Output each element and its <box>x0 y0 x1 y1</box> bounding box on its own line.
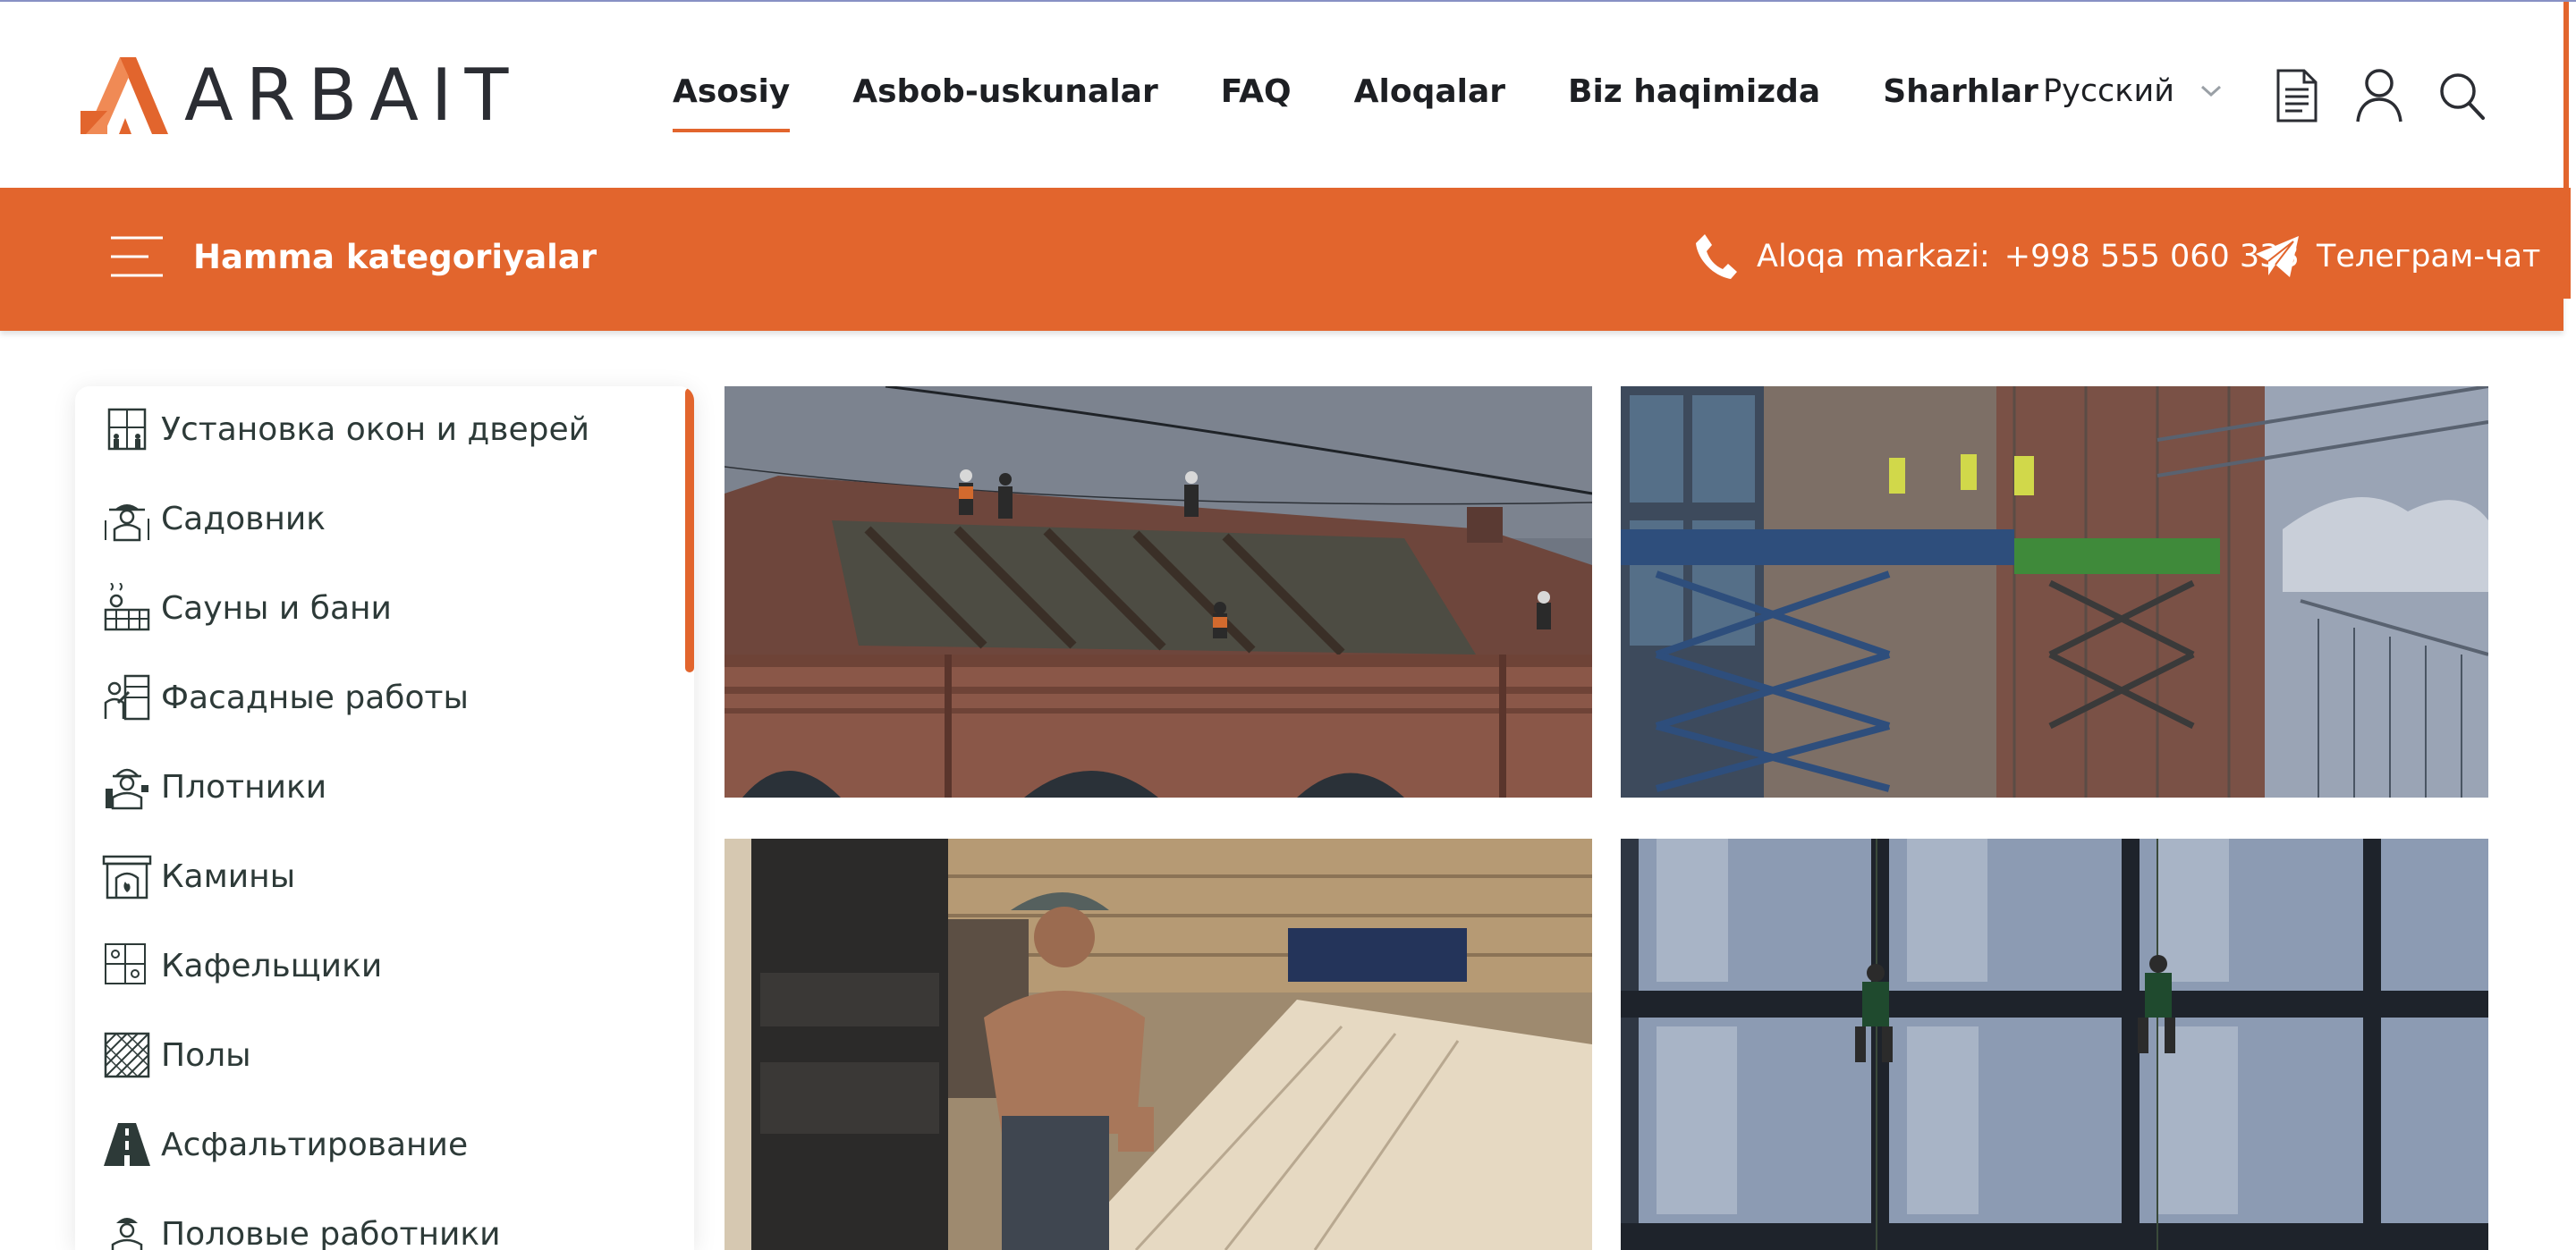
sidebar-item-carpenters[interactable]: Плотники <box>102 760 326 814</box>
telegram-chat-label: Телеграм-чат <box>2317 239 2541 274</box>
language-label: Русский <box>2043 73 2174 109</box>
tiles-icon <box>105 943 146 984</box>
road-icon <box>104 1123 150 1166</box>
category-tile-carpenter[interactable] <box>724 839 1592 1250</box>
sidebar-item-label: Полы <box>161 1036 251 1074</box>
sidebar-item-asphalt[interactable]: Асфальтирование <box>102 1118 468 1171</box>
language-select[interactable]: Русский <box>2043 73 2223 109</box>
sidebar-item-floor-workers[interactable]: Половые работники <box>102 1207 501 1250</box>
sidebar-item-label: Кафельщики <box>161 947 383 984</box>
window-door-icon <box>107 408 147 451</box>
sidebar-scrollbar[interactable] <box>685 388 694 672</box>
sidebar-item-label: Сауны и бани <box>161 589 392 627</box>
nav-item-asbob-uskunalar[interactable]: Asbob-uskunalar <box>852 70 1157 114</box>
bar-edge <box>2563 188 2571 299</box>
all-categories-button[interactable]: Hamma kategoriyalar <box>109 234 597 279</box>
sidebar-item-label: Камины <box>161 857 296 895</box>
sidebar-item-label: Фасадные работы <box>161 679 469 716</box>
scissor-lift-facade-photo <box>1621 386 2488 798</box>
floor-icon <box>104 1032 150 1078</box>
sidebar-item-label: Асфальтирование <box>161 1126 469 1163</box>
nav-item-sharhlar[interactable]: Sharhlar <box>1883 70 2038 114</box>
sidebar-item-tilers[interactable]: Кафельщики <box>102 939 382 992</box>
window-climbers-photo <box>1621 839 2488 1250</box>
sauna-icon <box>104 583 150 631</box>
header-edge <box>2563 2 2569 188</box>
contact-center: Aloqa markazi: +998 555 060 333 <box>1694 232 2300 281</box>
log-cabin-carpenter-photo <box>724 839 1592 1250</box>
site-header: ARBAIT Asosiy Asbob-uskunalar FAQ Aloqal… <box>0 2 2563 188</box>
telegram-chat-link[interactable]: Телеграм-чат <box>2254 234 2540 279</box>
sidebar-item-windows-doors[interactable]: Установка окон и дверей <box>102 402 589 456</box>
sidebar-item-fireplaces[interactable]: Камины <box>102 849 295 903</box>
document-icon[interactable] <box>2275 68 2318 123</box>
search-icon[interactable] <box>2438 72 2487 122</box>
roof-workers-photo <box>724 386 1592 798</box>
sidebar-item-sauna[interactable]: Сауны и бани <box>102 581 392 635</box>
category-tile-facade[interactable] <box>1621 386 2488 798</box>
user-icon[interactable] <box>2354 68 2404 123</box>
main-nav: Asosiy Asbob-uskunalar FAQ Aloqalar Biz … <box>673 70 2101 132</box>
category-tile-roof[interactable] <box>724 386 1592 798</box>
worker-icon <box>111 1218 143 1250</box>
sidebar-item-label: Плотники <box>161 768 327 806</box>
sidebar-item-label: Садовник <box>161 500 326 537</box>
all-categories-label: Hamma kategoriyalar <box>193 237 597 276</box>
sidebar-item-facade[interactable]: Фасадные работы <box>102 671 469 724</box>
facade-icon <box>104 674 150 721</box>
sidebar-item-label: Установка окон и дверей <box>161 410 590 448</box>
logo-mark-icon <box>80 57 168 134</box>
phone-icon <box>1696 234 1737 279</box>
sidebar-item-floors[interactable]: Полы <box>102 1028 251 1082</box>
category-sidebar[interactable]: Установка окон и дверей Садовник Сауны и… <box>75 386 694 1250</box>
sidebar-item-label: Половые работники <box>161 1215 501 1250</box>
carpenter-icon <box>106 768 148 810</box>
nav-item-faq[interactable]: FAQ <box>1221 70 1292 114</box>
sidebar-item-gardener[interactable]: Садовник <box>102 492 326 545</box>
contact-label: Aloqa markazi: <box>1757 239 1990 274</box>
logo-text: ARBAIT <box>184 54 521 137</box>
nav-item-asosiy[interactable]: Asosiy <box>673 70 791 132</box>
telegram-icon <box>2256 236 2299 277</box>
nav-item-aloqalar[interactable]: Aloqalar <box>1354 70 1505 114</box>
menu-icon <box>111 236 163 277</box>
gardener-icon <box>105 504 149 542</box>
chevron-down-icon <box>2200 85 2221 97</box>
fireplace-icon <box>102 855 152 899</box>
logo[interactable]: ARBAIT <box>80 57 521 134</box>
category-tile-climbers[interactable] <box>1621 839 2488 1250</box>
category-bar: Hamma kategoriyalar Aloqa markazi: +998 … <box>0 188 2563 331</box>
nav-item-biz-haqimizda[interactable]: Biz haqimizda <box>1568 70 1820 114</box>
